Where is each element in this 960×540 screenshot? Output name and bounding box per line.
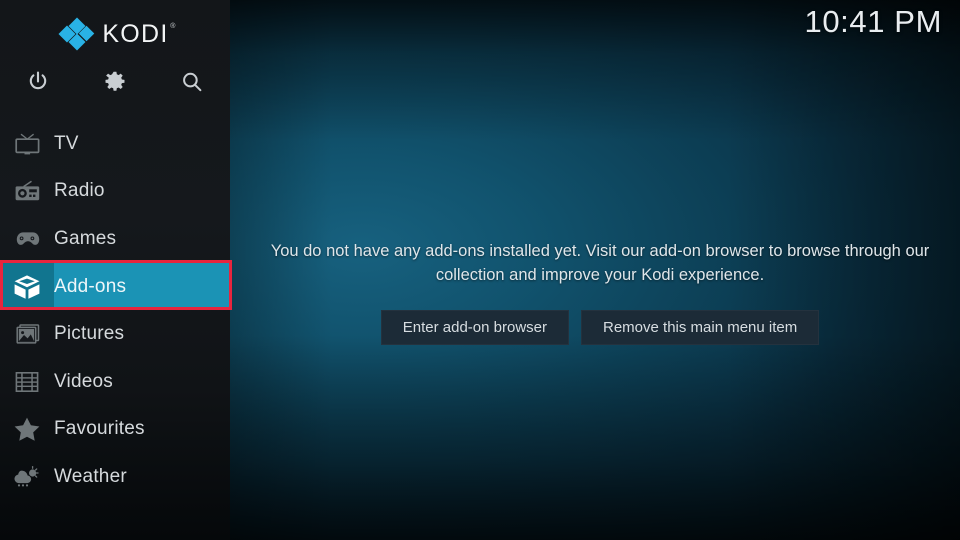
gear-icon[interactable] xyxy=(77,62,154,102)
addon-box-icon xyxy=(0,262,54,311)
sidebar-item-label: Add-ons xyxy=(54,275,127,297)
sidebar-item-label: Favourites xyxy=(54,418,145,440)
kodi-home-screen: 10:41 PM You do not have any add-ons ins… xyxy=(0,0,960,540)
addons-empty-state: You do not have any add-ons installed ye… xyxy=(250,240,950,345)
sidebar: KODI ® TV Radio Games Add-ons Pictures V… xyxy=(0,0,232,540)
sidebar-item-tv[interactable]: TV xyxy=(0,120,230,168)
sidebar-item-add-ons[interactable]: Add-ons xyxy=(0,262,230,311)
sidebar-item-label: TV xyxy=(54,132,79,154)
film-icon xyxy=(0,358,54,406)
tv-icon xyxy=(0,120,54,168)
remove-main-menu-item-button[interactable]: Remove this main menu item xyxy=(581,309,820,345)
main-menu: TV Radio Games Add-ons Pictures Videos F… xyxy=(0,120,230,501)
empty-state-message: You do not have any add-ons installed ye… xyxy=(270,242,930,284)
power-icon[interactable] xyxy=(0,62,77,102)
sidebar-item-weather[interactable]: Weather xyxy=(0,453,230,501)
sidebar-item-label: Radio xyxy=(54,180,105,202)
sidebar-item-pictures[interactable]: Pictures xyxy=(0,310,230,358)
app-name: KODI xyxy=(102,19,169,48)
radio-icon xyxy=(0,168,54,216)
pictures-icon xyxy=(0,310,54,358)
app-logo: KODI ® xyxy=(0,12,230,56)
star-icon xyxy=(0,406,54,454)
gamepad-icon xyxy=(0,215,54,263)
kodi-logo-icon xyxy=(58,17,95,51)
sidebar-item-games[interactable]: Games xyxy=(0,215,230,263)
trademark-symbol: ® xyxy=(170,22,177,30)
sidebar-item-label: Pictures xyxy=(54,323,125,345)
sidebar-item-favourites[interactable]: Favourites xyxy=(0,406,230,454)
sidebar-item-radio[interactable]: Radio xyxy=(0,168,230,216)
sidebar-item-videos[interactable]: Videos xyxy=(0,358,230,406)
sidebar-item-label: Games xyxy=(54,227,117,249)
search-icon[interactable] xyxy=(153,62,230,102)
sidebar-item-label: Videos xyxy=(54,370,113,392)
app-logo-text: KODI ® xyxy=(102,19,175,48)
clock: 10:41 PM xyxy=(804,4,942,39)
sidebar-item-label: Weather xyxy=(54,465,127,487)
enter-addon-browser-button[interactable]: Enter add-on browser xyxy=(380,309,569,345)
quick-action-bar xyxy=(0,62,230,102)
weather-icon xyxy=(0,453,54,501)
empty-state-button-row: Enter add-on browser Remove this main me… xyxy=(250,309,950,345)
